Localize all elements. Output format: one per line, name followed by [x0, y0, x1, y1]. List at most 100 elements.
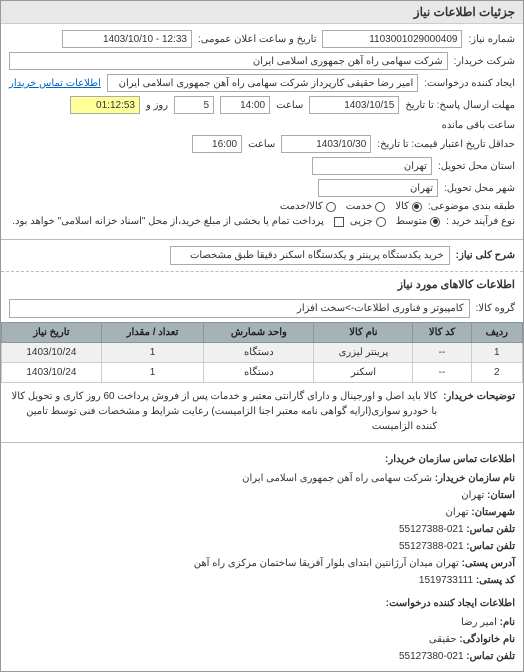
remain-suffix: ساعت باقی مانده [442, 120, 515, 131]
contact-city-label: شهرستان: [471, 507, 515, 518]
contact-fax-label: تلفن تماس: [466, 541, 515, 552]
contact-province-value: تهران [461, 490, 484, 501]
table-cell: 1403/10/24 [2, 343, 102, 363]
table-cell: -- [413, 363, 471, 383]
packing-option-0[interactable]: کالا [395, 201, 422, 212]
process-radio-group: متوسط جزیی [350, 216, 440, 227]
request-no-label: شماره نیاز: [468, 34, 515, 45]
contact-org-label: نام سازمان خریدار: [435, 473, 515, 484]
group-field: کامپیوتر و فناوری اطلاعات->سخت افزار [9, 299, 470, 318]
table-cell: 1 [471, 343, 522, 363]
creator-name-value: امیر رضا [461, 617, 497, 628]
packing-option-1[interactable]: خدمت [346, 201, 386, 212]
items-heading: اطلاعات کالاهای مورد نیاز [1, 274, 523, 295]
contact-phone-value: 021-55127388 [399, 524, 464, 535]
deadline-label: مهلت ارسال پاسخ: تا تاریخ [405, 100, 515, 111]
process-note-label: پرداخت تمام یا بخشی از مبلغ خرید،از محل … [12, 216, 328, 227]
creator-phone-label: تلفن تماس: [466, 651, 515, 662]
process-option-1-label: جزیی [350, 216, 373, 227]
radio-icon [412, 202, 422, 212]
request-no-field: 1103001029000409 [322, 30, 462, 48]
city-label: شهر محل تحویل: [444, 183, 515, 194]
packing-option-2[interactable]: کالا/خدمت [280, 201, 336, 212]
packing-option-1-label: خدمت [346, 201, 373, 212]
table-cell: دستگاه [204, 343, 314, 363]
table-cell: 1 [101, 343, 204, 363]
contact-fax-value: 021-55127388 [399, 541, 464, 552]
radio-icon [326, 202, 336, 212]
packing-label: طبقه بندی موضوعی: [428, 201, 515, 212]
divider [1, 239, 523, 240]
remain-days-field: 5 [174, 96, 214, 114]
announce-field: 12:33 - 1403/10/10 [62, 30, 192, 48]
notes-text: کالا باید اصل و اورجینال و دارای گارانتی… [9, 389, 437, 434]
packing-radio-group: کالا خدمت کالا/خدمت [280, 201, 422, 212]
validity-date-field: 1403/10/30 [281, 135, 371, 153]
table-cell: اسکنر [314, 363, 413, 383]
packing-option-0-label: کالا [395, 201, 409, 212]
buyer-label: شرکت خریدار: [454, 56, 515, 67]
th-code: کد کالا [413, 323, 471, 343]
contact-org-value: شرکت سهامی راه آهن جمهوری اسلامی ایران [242, 473, 432, 484]
divider [1, 271, 523, 272]
table-cell: 2 [471, 363, 522, 383]
contact-address-label: آدرس پستی: [462, 558, 515, 569]
creator-label: ایجاد کننده درخواست: [424, 78, 515, 89]
table-cell: -- [413, 343, 471, 363]
packing-option-2-label: کالا/خدمت [280, 201, 323, 212]
page-title: جزئیات اطلاعات نیاز [1, 1, 523, 24]
notes-label: توضیحات خریدار: [443, 389, 515, 434]
divider [1, 442, 523, 443]
city-field: تهران [318, 179, 438, 197]
process-option-0[interactable]: متوسط [396, 216, 440, 227]
table-cell: پرینتر لیزری [314, 343, 413, 363]
remain-time-field: 01:12:53 [70, 96, 140, 114]
table-row: 2--اسکنردستگاه11403/10/24 [2, 363, 523, 383]
th-unit: واحد شمارش [204, 323, 314, 343]
contact-city-value: تهران [446, 507, 469, 518]
creator-family-label: نام خانوادگی: [459, 634, 515, 645]
creator-field: امیر رضا حقیقی کارپرداز شرکت سهامی راه آ… [107, 74, 418, 92]
contact-province-label: استان: [487, 490, 515, 501]
contact-postal-label: کد پستی: [476, 575, 515, 586]
table-cell: دستگاه [204, 363, 314, 383]
contact-link[interactable]: اطلاعات تماس خریدار [9, 78, 101, 89]
contact-phone-label: تلفن تماس: [466, 524, 515, 535]
validity-label: حداقل تاریخ اعتبار قیمت: تا تاریخ: [377, 139, 515, 150]
creator-phone-value: 021-55127380 [399, 651, 464, 662]
contact-heading: اطلاعات تماس سازمان خریدار: [9, 451, 515, 468]
items-table: ردیف کد کالا نام کالا واحد شمارش تعداد /… [1, 322, 523, 383]
province-label: استان محل تحویل: [438, 161, 515, 172]
creator-family-value: حقیقی [429, 634, 457, 645]
radio-icon [430, 217, 440, 227]
th-index: ردیف [471, 323, 522, 343]
th-date: تاریخ نیاز [2, 323, 102, 343]
th-qty: تعداد / مقدار [101, 323, 204, 343]
deadline-time-field: 14:00 [220, 96, 270, 114]
deadline-time-label: ساعت [276, 100, 303, 111]
buyer-field: شرکت سهامی راه آهن جمهوری اسلامی ایران [9, 52, 448, 70]
creator-contact-heading: اطلاعات ایجاد کننده درخواست: [9, 595, 515, 612]
remain-days-label: روز و [146, 100, 168, 111]
radio-icon [375, 202, 385, 212]
deadline-date-field: 1403/10/15 [309, 96, 399, 114]
process-option-1[interactable]: جزیی [350, 216, 386, 227]
radio-icon [376, 217, 386, 227]
process-note-checkbox[interactable] [334, 217, 344, 227]
contact-postal-value: 1519733111 [419, 575, 473, 586]
th-name: نام کالا [314, 323, 413, 343]
table-row: 1--پرینتر لیزریدستگاه11403/10/24 [2, 343, 523, 363]
desc-label: شرح کلی نیاز: [456, 250, 515, 261]
creator-name-label: نام: [500, 617, 515, 628]
validity-time-label: ساعت [248, 139, 275, 150]
table-cell: 1 [101, 363, 204, 383]
contact-address-value: تهران میدان آرژانتین ابتدای بلوار آفریقا… [194, 558, 459, 569]
province-field: تهران [312, 157, 432, 175]
table-cell: 1403/10/24 [2, 363, 102, 383]
group-label: گروه کالا: [476, 303, 515, 314]
process-option-0-label: متوسط [396, 216, 427, 227]
validity-time-field: 16:00 [192, 135, 242, 153]
process-label: نوع فرآیند خرید : [446, 216, 515, 227]
announce-label: تاریخ و ساعت اعلان عمومی: [198, 34, 317, 45]
desc-field: خرید یکدستگاه پرینتر و یکدستگاه اسکنر دق… [170, 246, 450, 265]
